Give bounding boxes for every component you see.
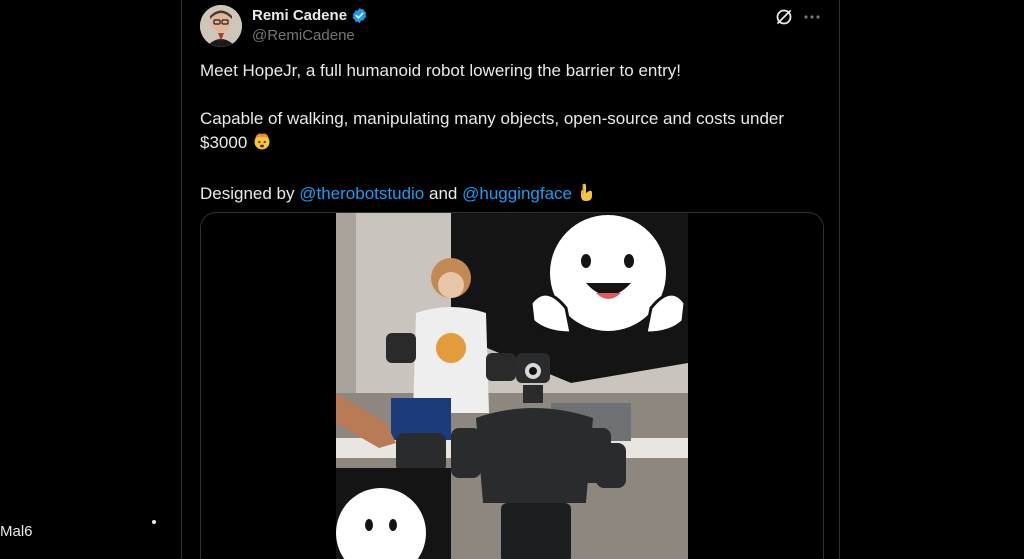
more-icon[interactable] bbox=[802, 7, 822, 27]
exploding-head-emoji-icon bbox=[252, 131, 272, 158]
tweet-line-3: Designed by @therobotstudio and @hugging… bbox=[200, 182, 825, 209]
tweet-line-3-prefix: Designed by bbox=[200, 184, 295, 203]
sidebar-account-label[interactable]: Mal6 bbox=[0, 523, 33, 540]
author-name[interactable]: Remi Cadene bbox=[252, 7, 347, 24]
tweet-line-2-text: Capable of walking, manipulating many ob… bbox=[200, 109, 785, 152]
author-handle[interactable]: @RemiCadene bbox=[252, 27, 355, 44]
grok-icon[interactable] bbox=[774, 7, 794, 27]
tweet-line-3-and: and bbox=[429, 184, 458, 203]
tweet-line-2: Capable of walking, manipulating many ob… bbox=[200, 107, 825, 158]
robot-photo bbox=[201, 213, 823, 559]
tweet-media-video[interactable] bbox=[200, 212, 824, 559]
mention-therobotstudio[interactable]: @therobotstudio bbox=[299, 184, 424, 203]
avatar[interactable] bbox=[200, 5, 242, 47]
sidebar-dot bbox=[152, 520, 156, 524]
tweet-column: Remi Cadene @RemiCadene Meet HopeJr, a f… bbox=[181, 0, 840, 559]
verified-badge-icon bbox=[351, 7, 368, 24]
tweet-header: Remi Cadene @RemiCadene bbox=[200, 5, 830, 47]
page: Mal6 Remi Cadene @RemiCadene Meet HopeJr… bbox=[0, 0, 1024, 559]
mention-huggingface[interactable]: @huggingface bbox=[462, 184, 572, 203]
left-sidebar: Mal6 bbox=[0, 0, 181, 559]
tweet-line-1: Meet HopeJr, a full humanoid robot lower… bbox=[200, 61, 681, 80]
tweet-text: Meet HopeJr, a full humanoid robot lower… bbox=[200, 59, 825, 209]
name-row: Remi Cadene bbox=[252, 7, 368, 24]
pointing-down-emoji-icon bbox=[577, 182, 595, 209]
